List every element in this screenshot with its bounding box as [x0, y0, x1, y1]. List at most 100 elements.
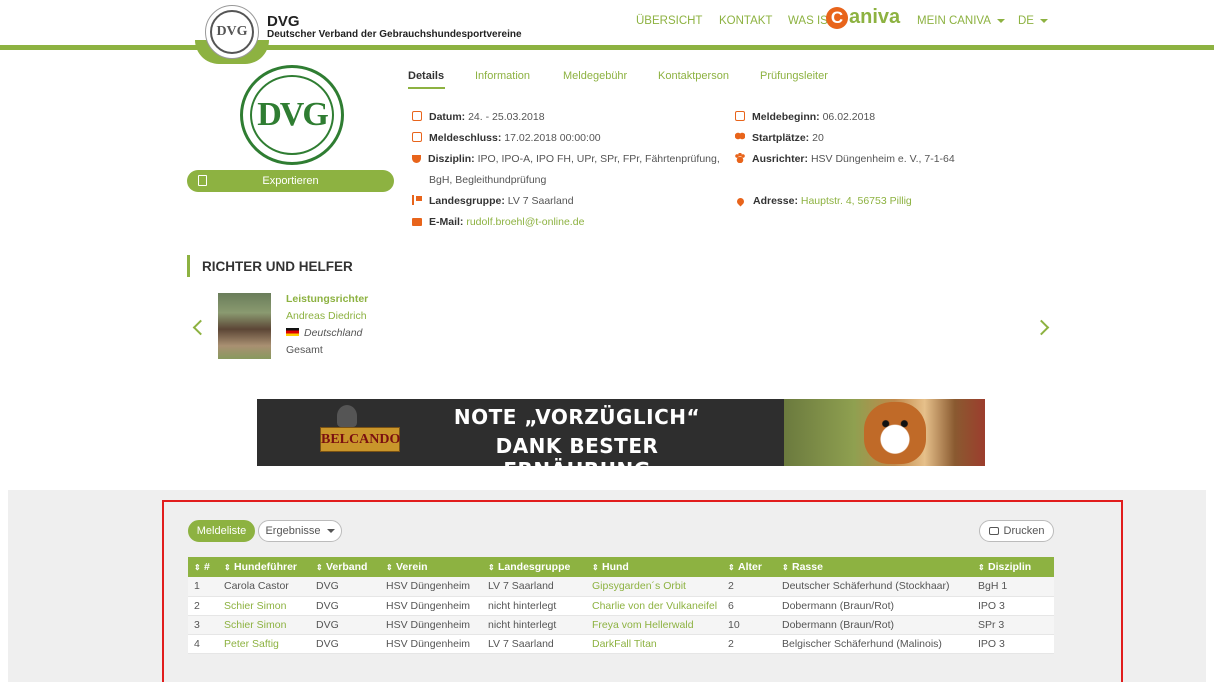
cell-age: 10 — [722, 615, 776, 635]
column-header-label: Verband — [326, 561, 368, 573]
cell-association: DVG — [310, 577, 380, 597]
judge-photo[interactable] — [218, 293, 271, 359]
detail-regional-group: Landesgruppe: LV 7 Saarland — [412, 194, 574, 208]
dvg-header-logo[interactable]: DVG — [205, 5, 259, 59]
export-button-label: Exportieren — [262, 175, 319, 187]
column-header-label: Disziplin — [988, 561, 1032, 573]
chevron-down-icon — [326, 529, 335, 534]
sort-icon: ⇕ — [728, 563, 735, 572]
envelope-icon — [412, 218, 422, 226]
cell-dog-link[interactable]: DarkFall Titan — [586, 634, 722, 654]
detail-deadline: Meldeschluss: 17.02.2018 00:00:00 — [412, 131, 601, 145]
cell-club: HSV Düngenheim — [380, 577, 482, 597]
column-header-label: # — [204, 561, 210, 573]
cell-discipline: BgH 1 — [972, 577, 1054, 597]
cell-association: DVG — [310, 596, 380, 616]
cell-handler: Carola Castor — [218, 577, 310, 597]
judges-section-title: RICHTER UND HELFER — [202, 259, 353, 274]
detail-address: Adresse: Hauptstr. 4, 56753 Pillig — [735, 194, 912, 208]
detail-slots-value: 20 — [812, 132, 824, 144]
column-header-discipline[interactable]: ⇕ Disziplin — [972, 557, 1054, 577]
detail-organizer: Ausrichter: HSV Düngenheim e. V., 7-1-64 — [735, 152, 955, 166]
cell-number: 2 — [188, 596, 218, 616]
export-button[interactable]: Exportieren — [187, 170, 394, 192]
detail-email: E-Mail: rudolf.broehl@t-online.de — [412, 215, 584, 229]
nav-contact-link[interactable]: KONTAKT — [719, 15, 772, 27]
judge-scope: Gesamt — [286, 344, 323, 356]
tab-information[interactable]: Information — [475, 70, 530, 82]
chevron-left-icon[interactable] — [192, 319, 209, 336]
cell-breed: Dobermann (Braun/Rot) — [776, 596, 972, 616]
column-header-handler[interactable]: ⇕ Hundeführer — [218, 557, 310, 577]
detail-deadline-label: Meldeschluss: — [429, 132, 502, 144]
cell-dog-link[interactable]: Gipsygarden´s Orbit — [586, 577, 722, 597]
brand-subtitle[interactable]: Deutscher Verband der Gebrauchshundespor… — [267, 29, 522, 40]
belcando-logo: BELCANDO — [320, 427, 400, 452]
cell-handler-link[interactable]: Peter Saftig — [218, 634, 310, 654]
cell-regional-group: nicht hinterlegt — [482, 596, 586, 616]
calendar-icon — [412, 111, 422, 121]
cell-club: HSV Düngenheim — [380, 615, 482, 635]
nav-overview-link[interactable]: ÜBERSICHT — [636, 15, 702, 27]
sort-icon: ⇕ — [978, 563, 985, 572]
sort-icon: ⇕ — [224, 563, 231, 572]
detail-discipline: Disziplin: IPO, IPO-A, IPO FH, UPr, SPr,… — [412, 152, 720, 166]
column-header-club[interactable]: ⇕ Verein — [380, 557, 482, 577]
cell-handler-link[interactable]: Schier Simon — [218, 596, 310, 616]
sort-icon: ⇕ — [782, 563, 789, 572]
detail-address-link[interactable]: Hauptstr. 4, 56753 Pillig — [801, 195, 912, 207]
advertisement-banner[interactable]: BELCANDO NOTE „VORZÜGLICH“ DANK BESTER E… — [257, 399, 985, 466]
column-header-age[interactable]: ⇕ Alter — [722, 557, 776, 577]
column-header-label: Alter — [738, 561, 762, 573]
tab-details[interactable]: Details — [408, 70, 444, 82]
entries-table: ⇕ # ⇕ Hundeführer ⇕ Verband ⇕ Verein ⇕ Landes… — [188, 557, 1054, 654]
cell-club: HSV Düngenheim — [380, 634, 482, 654]
caniva-c-icon: C — [826, 7, 848, 29]
paw-icon — [735, 153, 745, 163]
judge-country: Deutschland — [286, 327, 362, 339]
tab-exam-leader[interactable]: Prüfungsleiter — [760, 70, 828, 82]
column-header-breed[interactable]: ⇕ Rasse — [776, 557, 972, 577]
nav-my-caniva-dropdown[interactable]: MEIN CANIVA — [917, 15, 1005, 27]
language-dropdown[interactable]: DE — [1018, 15, 1048, 27]
judge-country-label: Deutschland — [304, 327, 363, 339]
detail-deadline-value: 17.02.2018 00:00:00 — [504, 132, 601, 144]
cell-dog-link[interactable]: Freya vom Hellerwald — [586, 615, 722, 635]
column-header-association[interactable]: ⇕ Verband — [310, 557, 380, 577]
caniva-logo-text: aniva — [849, 6, 901, 28]
table-row: 4 Peter Saftig DVG HSV Düngenheim LV 7 S… — [188, 634, 1054, 654]
table-row: 1 Carola Castor DVG HSV Düngenheim LV 7 … — [188, 577, 1054, 597]
detail-discipline-value-1: IPO, IPO-A, IPO FH, UPr, SPr, FPr, Fährt… — [477, 153, 720, 165]
cell-breed: Deutscher Schäferhund (Stockhaar) — [776, 577, 972, 597]
brand-title[interactable]: DVG — [267, 13, 300, 30]
detail-discipline-label: Disziplin: — [428, 153, 475, 165]
column-header-number[interactable]: ⇕ # — [188, 557, 218, 577]
flag-icon — [412, 195, 422, 205]
judge-name-link[interactable]: Andreas Diedrich — [286, 310, 367, 322]
results-dropdown[interactable]: Ergebnisse — [258, 520, 342, 542]
tab-fee[interactable]: Meldegebühr — [563, 70, 627, 82]
cell-dog-link[interactable]: Charlie von der Vulkaneifel — [586, 596, 722, 616]
print-button[interactable]: Drucken — [979, 520, 1054, 542]
detail-discipline-value-2: BgH, Begleithundprüfung — [429, 174, 547, 186]
detail-email-link[interactable]: rudolf.broehl@t-online.de — [466, 216, 584, 228]
cell-discipline: IPO 3 — [972, 634, 1054, 654]
detail-email-label: E-Mail: — [429, 216, 464, 228]
detail-organizer-value: HSV Düngenheim e. V., 7-1-64 — [810, 153, 955, 165]
map-pin-icon — [735, 196, 746, 207]
tab-entry-list[interactable]: Meldeliste — [188, 520, 255, 542]
cell-age: 2 — [722, 577, 776, 597]
caniva-logo[interactable]: Caniva — [826, 6, 900, 29]
column-header-regional-group[interactable]: ⇕ Landesgruppe — [482, 557, 586, 577]
dvg-header-logo-text: DVG — [210, 10, 254, 54]
tab-contact-person[interactable]: Kontaktperson — [658, 70, 729, 82]
sort-icon: ⇕ — [592, 563, 599, 572]
trophy-icon — [412, 155, 421, 163]
cell-handler-link[interactable]: Schier Simon — [218, 615, 310, 635]
chevron-right-icon[interactable] — [1033, 319, 1050, 336]
column-header-label: Landesgruppe — [498, 561, 571, 573]
banner-subline: DANK BESTER ERNÄHRUNG — [495, 434, 659, 466]
detail-organizer-label: Ausrichter: — [752, 153, 809, 165]
detail-registration-start: Meldebeginn: 06.02.2018 — [735, 110, 875, 124]
column-header-dog[interactable]: ⇕ Hund — [586, 557, 722, 577]
